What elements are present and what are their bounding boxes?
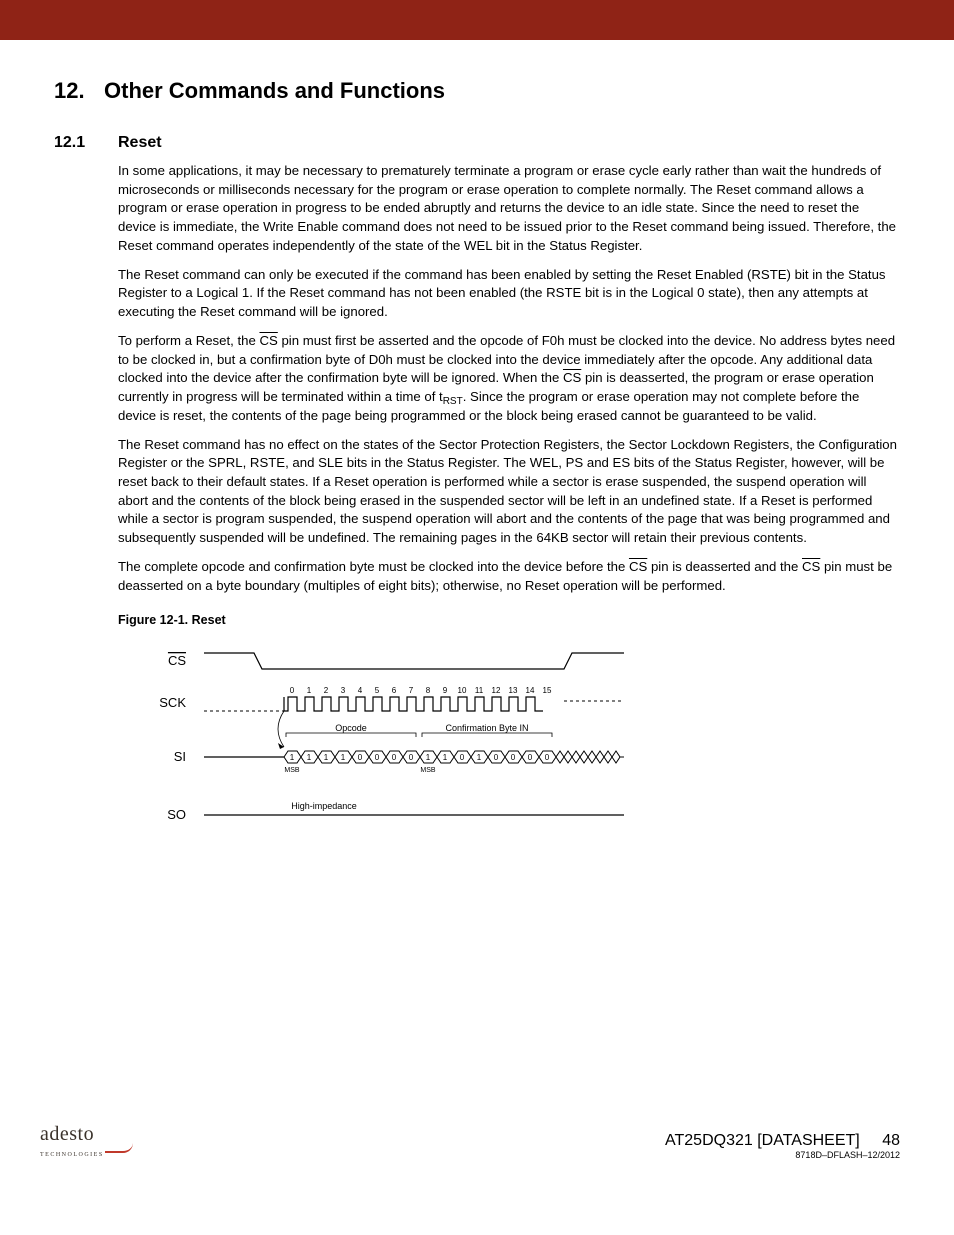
doc-id: 8718D–DFLASH–12/2012	[665, 1150, 900, 1160]
clock-numbers: 0 1 2 3 4 5 6 7 8 9 10 11 12 13 14 15	[290, 686, 552, 695]
svg-text:15: 15	[543, 686, 552, 695]
subsection-title: Reset	[118, 134, 162, 152]
svg-text:1: 1	[324, 753, 329, 762]
p5-text: The complete opcode and confirmation byt…	[118, 559, 629, 574]
header-bar	[0, 0, 954, 40]
brand-sub: TECHNOLOGIES	[40, 1152, 104, 1158]
svg-text:Confirmation Byte IN: Confirmation Byte IN	[445, 723, 528, 733]
svg-text:0: 0	[409, 753, 414, 762]
svg-text:0: 0	[460, 753, 465, 762]
svg-text:0: 0	[290, 686, 295, 695]
section-heading: 12. Other Commands and Functions	[54, 78, 900, 104]
paragraph-1: In some applications, it may be necessar…	[118, 162, 900, 256]
svg-text:1: 1	[477, 753, 482, 762]
svg-text:9: 9	[443, 686, 448, 695]
si-bits: 1 1 1 1 0 0 0 0 1 1 0 1 0 0 0 0 MSB MSB	[284, 751, 624, 774]
paragraph-4: The Reset command has no effect on the s…	[118, 436, 900, 548]
si-signal-label: SI	[174, 749, 186, 764]
svg-text:1: 1	[443, 753, 448, 762]
svg-text:0: 0	[392, 753, 397, 762]
cs-signal-label: CS	[168, 653, 186, 668]
svg-text:0: 0	[358, 753, 363, 762]
paragraph-3: To perform a Reset, the CS pin must firs…	[118, 332, 900, 426]
rst-subscript: RST	[443, 396, 463, 407]
svg-text:2: 2	[324, 686, 329, 695]
cs-pin: CS	[563, 370, 581, 385]
figure-caption: Figure 12-1. Reset	[118, 613, 900, 627]
svg-text:Opcode: Opcode	[335, 723, 367, 733]
svg-text:0: 0	[494, 753, 499, 762]
svg-text:1: 1	[290, 753, 295, 762]
svg-text:10: 10	[458, 686, 467, 695]
svg-text:1: 1	[307, 686, 312, 695]
subsection-heading: 12.1 Reset	[54, 134, 900, 152]
svg-text:5: 5	[375, 686, 380, 695]
paragraph-2: The Reset command can only be executed i…	[118, 266, 900, 322]
svg-text:6: 6	[392, 686, 397, 695]
svg-text:MSB: MSB	[284, 767, 300, 774]
p3-text: To perform a Reset, the	[118, 333, 259, 348]
swoosh-icon	[105, 1143, 133, 1153]
svg-text:0: 0	[375, 753, 380, 762]
footer-right: AT25DQ321 [DATASHEET] 48 8718D–DFLASH–12…	[665, 1132, 900, 1160]
brand-logo: adesto TECHNOLOGIES	[40, 1123, 135, 1158]
brand-name: adesto	[40, 1123, 94, 1145]
subsection-number: 12.1	[54, 134, 118, 152]
bracket-labels: Opcode Confirmation Byte IN	[278, 711, 552, 749]
svg-text:3: 3	[341, 686, 346, 695]
cs-pin: CS	[802, 559, 820, 574]
svg-text:1: 1	[426, 753, 431, 762]
page-content: 12. Other Commands and Functions 12.1 Re…	[0, 40, 954, 902]
svg-text:7: 7	[409, 686, 414, 695]
svg-text:0: 0	[511, 753, 516, 762]
cs-pin: CS	[629, 559, 647, 574]
svg-text:13: 13	[509, 686, 518, 695]
section-title: Other Commands and Functions	[104, 78, 445, 104]
cs-pin: CS	[259, 333, 277, 348]
page-footer: adesto TECHNOLOGIES AT25DQ321 [DATASHEET…	[0, 1102, 954, 1182]
svg-text:MSB: MSB	[420, 767, 436, 774]
svg-text:0: 0	[545, 753, 550, 762]
svg-text:14: 14	[526, 686, 535, 695]
so-signal-label: SO	[167, 807, 186, 822]
svg-text:8: 8	[426, 686, 431, 695]
sck-waveform	[284, 697, 543, 711]
cs-waveform	[204, 653, 624, 669]
p5-text: pin is deasserted and the	[647, 559, 802, 574]
svg-text:4: 4	[358, 686, 363, 695]
svg-text:11: 11	[475, 686, 484, 695]
sck-signal-label: SCK	[159, 695, 186, 710]
svg-text:12: 12	[492, 686, 501, 695]
doc-title: AT25DQ321 [DATASHEET]	[665, 1132, 860, 1149]
svg-text:1: 1	[307, 753, 312, 762]
timing-diagram: CS SCK 0 1 2 3 4 5 6 7 8 9 10 11	[144, 639, 900, 872]
page-number: 48	[882, 1132, 900, 1149]
section-number: 12.	[54, 78, 104, 104]
so-highz: High-impedance	[291, 801, 357, 811]
svg-text:1: 1	[341, 753, 346, 762]
paragraph-5: The complete opcode and confirmation byt…	[118, 558, 900, 595]
svg-text:0: 0	[528, 753, 533, 762]
